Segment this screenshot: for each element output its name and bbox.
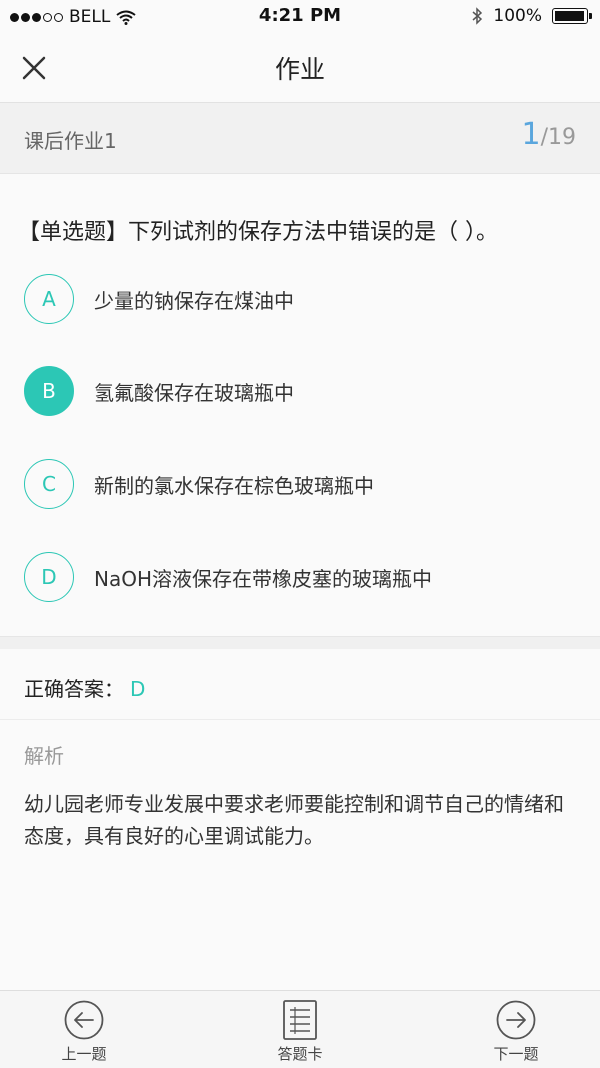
analysis-text: 幼儿园老师专业发展中要求老师要能控制和调节自己的情绪和态度，具有良好的心里调试能… (24, 792, 564, 848)
total-questions: /19 (540, 125, 576, 150)
option-a[interactable]: A 少量的钠保存在煤油中 (24, 272, 584, 326)
page-title: 作业 (274, 55, 325, 84)
battery-icon (552, 8, 592, 24)
current-question-number: 1 (521, 117, 541, 152)
option-text-a: 少量的钠保存在煤油中 (94, 288, 294, 313)
question-counter: 1/19 (522, 117, 577, 152)
correct-answer-label: 正确答案： (24, 677, 124, 701)
correct-answer-value: D (130, 677, 146, 701)
answer-card-icon (283, 1000, 317, 1040)
option-text-b: 氢氟酸保存在玻璃瓶中 (94, 380, 294, 405)
bluetooth-icon (472, 7, 483, 25)
correct-answer-row: 正确答案： D (0, 649, 600, 720)
correct-answer: 正确答案： D (24, 673, 145, 702)
assignment-name: 课后作业1 (24, 129, 117, 153)
option-text-c: 新制的氯水保存在棕色玻璃瓶中 (94, 473, 374, 498)
question-text: 【单选题】下列试剂的保存方法中错误的是（ ）。 (18, 220, 498, 245)
prev-question-button[interactable]: 上一题 (24, 999, 144, 1064)
next-question-label: 下一题 (493, 1045, 539, 1063)
option-letter-b: B (24, 366, 74, 416)
option-b[interactable]: B 氢氟酸保存在玻璃瓶中 (24, 364, 584, 418)
status-bar: BELL 4:21 PM 100% (0, 0, 600, 34)
prev-question-label: 上一题 (61, 1045, 107, 1063)
battery-percent: 100% (493, 6, 542, 26)
option-letter-c: C (24, 459, 74, 509)
nav-bar: 作业 (0, 34, 600, 103)
option-letter-d: D (24, 552, 74, 602)
option-letter-a: A (24, 274, 74, 324)
answer-card-label: 答题卡 (277, 1045, 323, 1063)
option-d[interactable]: D NaOH溶液保存在带橡皮塞的玻璃瓶中 (24, 550, 584, 604)
arrow-left-circle-icon (64, 1000, 104, 1040)
arrow-right-circle-icon (496, 1000, 536, 1040)
option-text-d: NaOH溶液保存在带橡皮塞的玻璃瓶中 (94, 566, 432, 591)
answer-card-button[interactable]: 答题卡 (240, 999, 360, 1064)
bottom-toolbar: 上一题 答题卡 下一题 (0, 990, 600, 1068)
next-question-button[interactable]: 下一题 (456, 999, 576, 1064)
assignment-progress-row: 课后作业1 1/19 (0, 103, 600, 174)
section-divider (0, 636, 600, 650)
option-c[interactable]: C 新制的氯水保存在棕色玻璃瓶中 (24, 457, 584, 511)
question-area: 【单选题】下列试剂的保存方法中错误的是（ ）。 A 少量的钠保存在煤油中 B 氢… (0, 174, 600, 634)
status-right: 100% (472, 6, 592, 26)
analysis-title: 解析 (24, 744, 64, 768)
